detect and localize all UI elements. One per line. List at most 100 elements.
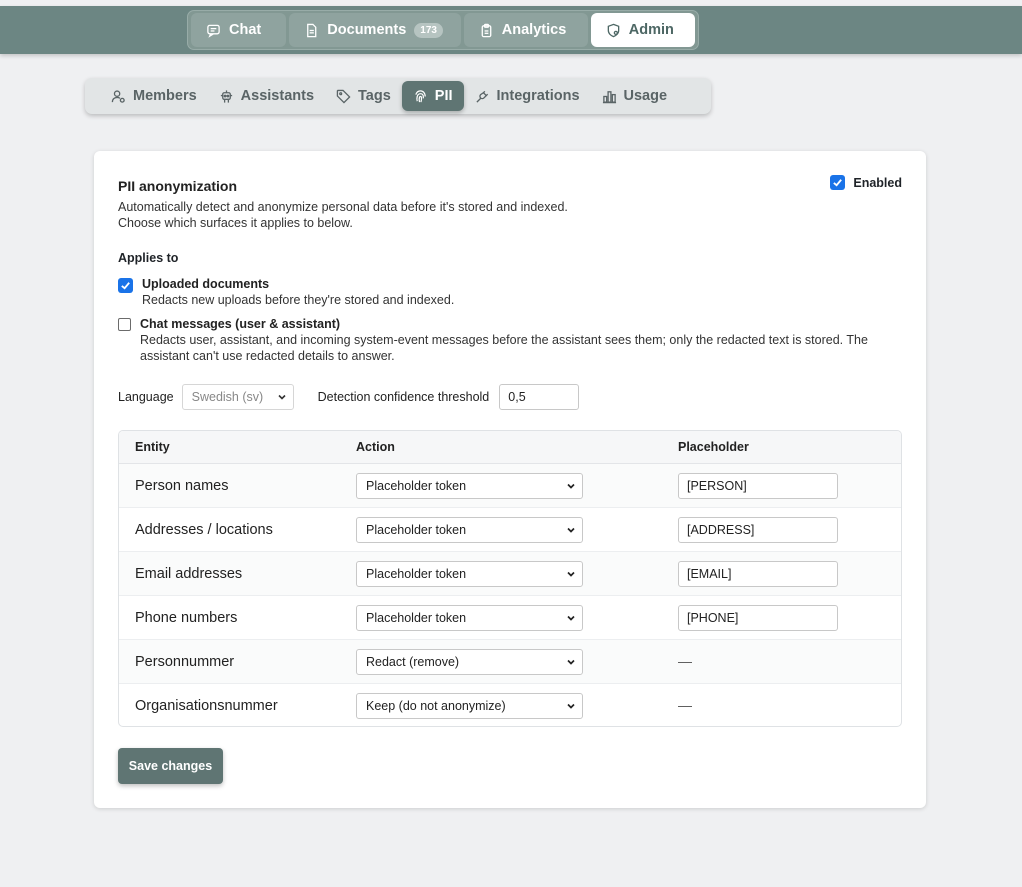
- action-select[interactable]: Keep (do not anonymize): [356, 693, 583, 719]
- language-value: Swedish (sv): [191, 390, 264, 404]
- main-nav: Chat Documents 173 Analytics Admin: [187, 10, 699, 50]
- members-icon: [111, 89, 125, 103]
- action-select[interactable]: Placeholder token: [356, 517, 583, 543]
- placeholder-value: [PERSON]: [687, 479, 747, 493]
- entity-name: Addresses / locations: [135, 522, 273, 538]
- enabled-checkbox[interactable]: [830, 175, 846, 190]
- table-row: Email addresses Placeholder token [EMAIL]: [119, 552, 901, 596]
- chat-messages-desc: Redacts user, assistant, and incoming sy…: [140, 333, 868, 363]
- chevron-down-icon: [567, 527, 575, 533]
- applies-to-heading: Applies to: [118, 251, 179, 265]
- chevron-down-icon: [567, 483, 575, 489]
- card-description: Automatically detect and anonymize perso…: [118, 199, 678, 231]
- chevron-down-icon: [567, 659, 575, 665]
- uploaded-documents-desc: Redacts new uploads before they're store…: [142, 293, 455, 307]
- action-select[interactable]: Redact (remove): [356, 649, 583, 675]
- language-select[interactable]: Swedish (sv): [181, 384, 294, 410]
- action-select[interactable]: Placeholder token: [356, 473, 583, 499]
- uploaded-documents-option[interactable]: Uploaded documents Redacts new uploads b…: [118, 276, 454, 308]
- chevron-down-icon: [567, 571, 575, 577]
- action-value: Placeholder token: [366, 611, 467, 625]
- enabled-toggle[interactable]: Enabled: [830, 175, 902, 190]
- tab-integrations[interactable]: Integrations: [464, 81, 591, 111]
- threshold-input[interactable]: 0,5: [499, 384, 580, 410]
- chat-messages-checkbox[interactable]: [118, 318, 131, 331]
- entity-name: Phone numbers: [135, 610, 238, 626]
- tab-usage[interactable]: Usage: [591, 81, 679, 111]
- nav-chat-label: Chat: [229, 22, 262, 38]
- tab-pii-label: PII: [434, 88, 453, 104]
- save-button[interactable]: Save changes: [118, 748, 223, 784]
- documents-count-badge: 173: [414, 22, 443, 38]
- threshold-label: Detection confidence threshold: [317, 390, 490, 404]
- tab-members-label: Members: [133, 88, 197, 104]
- table-row: Organisationsnummer Keep (do not anonymiz…: [119, 684, 901, 726]
- threshold-value: 0,5: [508, 390, 526, 404]
- entity-column-header: Entity: [135, 440, 170, 454]
- table-header: Entity Action Placeholder: [119, 431, 901, 464]
- robot-icon: [220, 89, 232, 103]
- pii-settings-card: PII anonymization Automatically detect a…: [94, 151, 926, 808]
- nav-chat[interactable]: Chat: [191, 13, 287, 47]
- action-select[interactable]: Placeholder token: [356, 605, 583, 631]
- shield-gear-icon: [607, 23, 620, 37]
- placeholder-empty: —: [678, 697, 692, 713]
- clipboard-icon: [481, 23, 492, 37]
- tab-members[interactable]: Members: [100, 81, 208, 111]
- action-value: Keep (do not anonymize): [366, 699, 506, 713]
- placeholder-column-header: Placeholder: [678, 440, 749, 454]
- entity-name: Organisationsnummer: [135, 698, 278, 714]
- placeholder-empty: —: [678, 653, 692, 669]
- uploaded-documents-checkbox[interactable]: [118, 278, 133, 293]
- entity-name: Email addresses: [135, 566, 243, 582]
- top-bar: Chat Documents 173 Analytics Admin: [0, 6, 1022, 54]
- chevron-down-icon: [567, 703, 575, 709]
- description-line-1: Automatically detect and anonymize perso…: [118, 200, 568, 214]
- nav-admin-label: Admin: [628, 22, 674, 38]
- action-column-header: Action: [356, 440, 395, 454]
- tab-usage-label: Usage: [623, 88, 668, 104]
- nav-admin[interactable]: Admin: [590, 13, 695, 47]
- tag-icon: [336, 89, 351, 104]
- table-row: Phone numbers Placeholder token [PHONE]: [119, 596, 901, 640]
- checkmark-icon: [833, 179, 843, 187]
- table-body: Person names Placeholder token [PERSON] Add…: [119, 464, 901, 726]
- enabled-label: Enabled: [853, 175, 902, 190]
- document-icon: [307, 23, 317, 37]
- nav-analytics[interactable]: Analytics: [463, 13, 588, 47]
- table-row: Addresses / locations Placeholder token [A…: [119, 508, 901, 552]
- action-select[interactable]: Placeholder token: [356, 561, 583, 587]
- tab-assistants-label: Assistants: [240, 88, 315, 104]
- entity-table: Entity Action Placeholder Person names Pl…: [118, 430, 902, 727]
- action-value: Placeholder token: [366, 567, 467, 581]
- placeholder-input[interactable]: [ADDRESS]: [678, 517, 838, 543]
- description-line-2: Choose which surfaces it applies to belo…: [118, 216, 353, 230]
- tab-tags-label: Tags: [358, 88, 391, 104]
- chat-icon: [207, 24, 220, 38]
- fingerprint-icon: [415, 89, 426, 102]
- placeholder-input[interactable]: [EMAIL]: [678, 561, 838, 587]
- placeholder-input[interactable]: [PERSON]: [678, 473, 838, 499]
- checkmark-icon: [121, 282, 130, 290]
- tab-tags[interactable]: Tags: [325, 81, 402, 111]
- entity-name: Person names: [135, 478, 229, 494]
- nav-documents[interactable]: Documents 173: [289, 13, 461, 47]
- table-row: Personnummer Redact (remove) —: [119, 640, 901, 684]
- chat-messages-option[interactable]: Chat messages (user & assistant) Redacts…: [118, 316, 898, 364]
- placeholder-input[interactable]: [PHONE]: [678, 605, 838, 631]
- language-label: Language: [118, 390, 174, 404]
- nav-analytics-label: Analytics: [501, 22, 567, 38]
- tab-assistants[interactable]: Assistants: [208, 81, 325, 111]
- uploaded-documents-label: Uploaded documents: [142, 277, 270, 291]
- entity-name: Personnummer: [135, 654, 235, 670]
- chevron-down-icon: [278, 394, 286, 400]
- placeholder-value: [PHONE]: [687, 611, 739, 625]
- action-value: Redact (remove): [366, 655, 460, 669]
- card-title: PII anonymization: [118, 178, 238, 194]
- tab-pii[interactable]: PII: [401, 81, 464, 111]
- action-value: Placeholder token: [366, 479, 467, 493]
- plug-icon: [475, 90, 488, 103]
- action-value: Placeholder token: [366, 523, 467, 537]
- placeholder-value: [EMAIL]: [687, 567, 732, 581]
- placeholder-value: [ADDRESS]: [687, 523, 755, 537]
